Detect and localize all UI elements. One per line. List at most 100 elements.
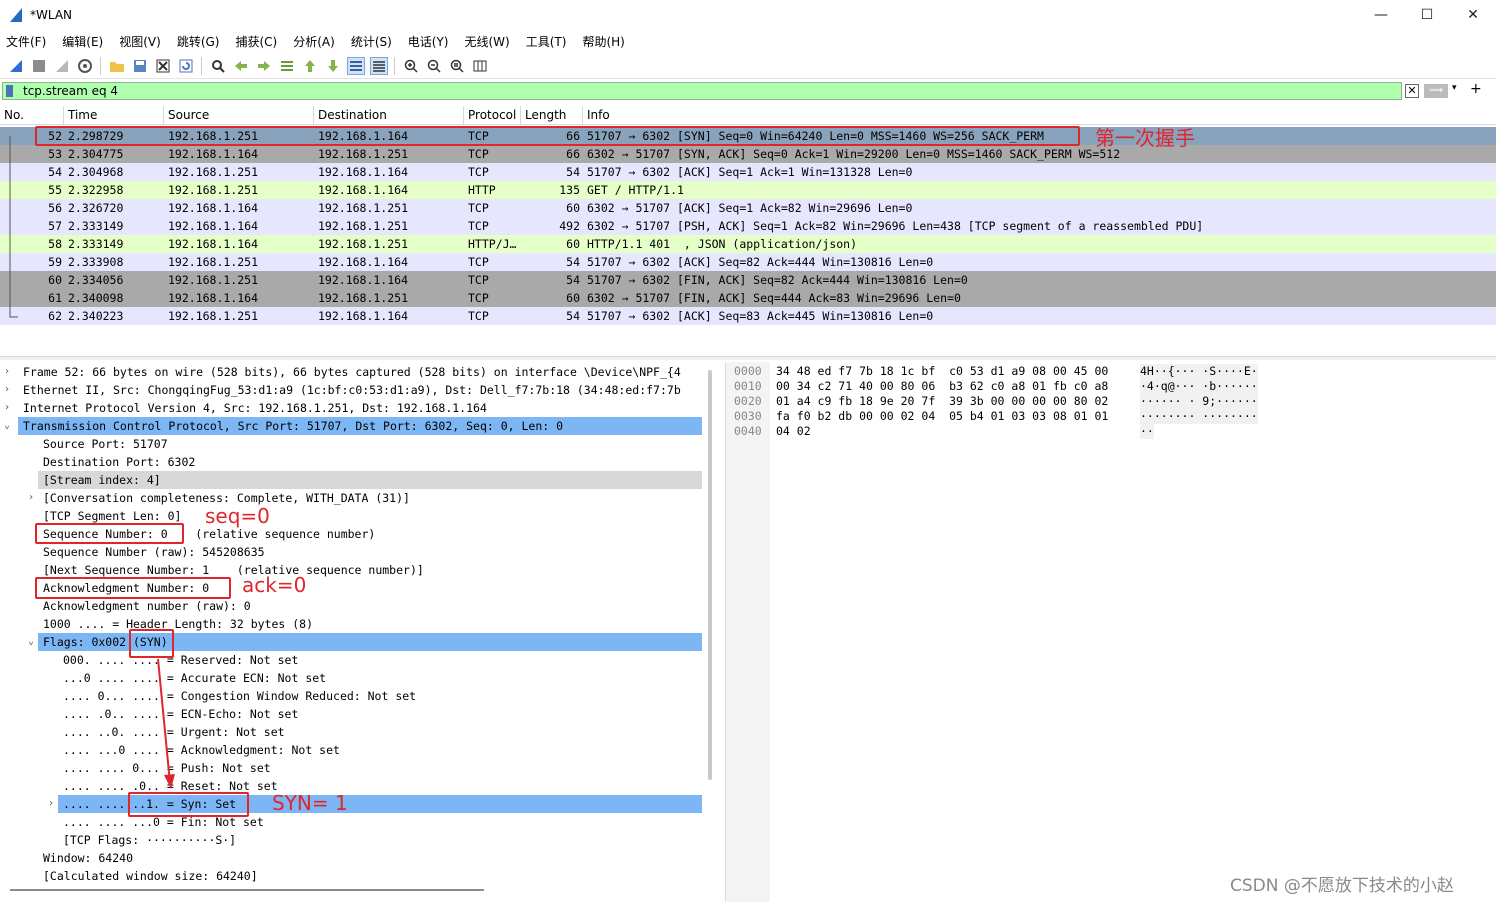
collapse-arrow-icon[interactable]: ⌄: [28, 633, 40, 651]
menu-tools[interactable]: 工具(T): [526, 33, 567, 50]
byte-offset[interactable]: 0030: [734, 409, 762, 424]
detail-row[interactable]: › [Conversation completeness: Complete, W…: [0, 489, 702, 507]
capture-options-icon[interactable]: [76, 57, 94, 75]
expand-arrow-icon[interactable]: ›: [4, 399, 16, 417]
details-horizontal-scrollbar[interactable]: [10, 889, 484, 891]
detail-row[interactable]: › Ethernet II, Src: ChongqingFug_53:d1:a9…: [0, 381, 702, 399]
stop-capture-icon[interactable]: [30, 57, 48, 75]
collapse-arrow-icon[interactable]: ⌄: [4, 417, 16, 435]
column-header-protocol[interactable]: Protocol: [464, 106, 521, 125]
byte-ascii[interactable]: 4H··{··· ·S····E·: [1140, 364, 1258, 379]
detail-row[interactable]: .... ...0 .... = Acknowledgment: Not set: [0, 741, 702, 759]
byte-hex[interactable]: 01 a4 c9 fb 18 9e 20 7f 39 3b 00 00 00 0…: [776, 394, 1108, 409]
packet-row[interactable]: 53 2.304775 192.168.1.164 192.168.1.251 TCP 6…: [0, 145, 1496, 163]
column-header-length[interactable]: Length: [521, 106, 583, 125]
menu-help[interactable]: 帮助(H): [582, 33, 624, 50]
column-header-info[interactable]: Info: [583, 106, 1496, 125]
detail-row[interactable]: .... .... 0... = Push: Not set: [0, 759, 702, 777]
column-header-time[interactable]: Time: [64, 106, 164, 125]
go-forward-icon[interactable]: [255, 57, 273, 75]
detail-row[interactable]: Acknowledgment number (raw): 0: [0, 597, 702, 615]
menu-go[interactable]: 跳转(G): [177, 33, 220, 50]
byte-ascii[interactable]: ··: [1140, 424, 1154, 439]
restart-capture-icon[interactable]: [53, 57, 71, 75]
display-filter-input[interactable]: tcp.stream eq 4: [2, 82, 1402, 100]
packet-row[interactable]: 55 2.322958 192.168.1.251 192.168.1.164 HTTP…: [0, 181, 1496, 199]
go-last-icon[interactable]: [324, 57, 342, 75]
details-vertical-scrollbar[interactable]: [708, 370, 712, 780]
byte-offset[interactable]: 0040: [734, 424, 762, 439]
go-to-packet-icon[interactable]: [278, 57, 296, 75]
byte-offset[interactable]: 0010: [734, 379, 762, 394]
expand-arrow-icon[interactable]: ›: [4, 381, 16, 399]
byte-hex[interactable]: 04 02: [776, 424, 811, 439]
go-first-icon[interactable]: [301, 57, 319, 75]
pane-splitter[interactable]: [0, 356, 1496, 360]
zoom-normal-icon[interactable]: [448, 57, 466, 75]
detail-row[interactable]: › Frame 52: 66 bytes on wire (528 bits), …: [0, 363, 702, 381]
detail-row[interactable]: Source Port: 51707: [0, 435, 702, 453]
detail-row[interactable]: [Stream index: 4]: [38, 471, 702, 489]
detail-row[interactable]: › Internet Protocol Version 4, Src: 192.1…: [0, 399, 702, 417]
save-file-icon[interactable]: [131, 57, 149, 75]
byte-ascii[interactable]: ········ ········: [1140, 409, 1258, 424]
maximize-button[interactable]: ☐: [1404, 0, 1450, 30]
column-header-source[interactable]: Source: [164, 106, 314, 125]
detail-row[interactable]: 1000 .... = Header Length: 32 bytes (8): [0, 615, 702, 633]
start-capture-icon[interactable]: [7, 57, 25, 75]
resize-columns-icon[interactable]: [471, 57, 489, 75]
add-filter-button[interactable]: +: [1470, 81, 1482, 97]
byte-hex[interactable]: 34 48 ed f7 7b 18 1c bf c0 53 d1 a9 08 0…: [776, 364, 1108, 379]
packet-row[interactable]: 58 2.333149 192.168.1.164 192.168.1.251 HTTP…: [0, 235, 1496, 253]
apply-filter-button[interactable]: ⟹: [1424, 84, 1448, 98]
expand-arrow-icon[interactable]: ›: [48, 795, 60, 813]
expand-arrow-icon[interactable]: ›: [28, 489, 40, 507]
column-header-destination[interactable]: Destination: [314, 106, 464, 125]
byte-hex[interactable]: 00 34 c2 71 40 00 80 06 b3 62 c0 a8 01 f…: [776, 379, 1108, 394]
reload-file-icon[interactable]: [177, 57, 195, 75]
detail-row[interactable]: Window: 64240: [0, 849, 702, 867]
detail-row[interactable]: [Calculated window size: 64240]: [0, 867, 702, 885]
menu-edit[interactable]: 编辑(E): [62, 33, 103, 50]
detail-row[interactable]: Sequence Number (raw): 545208635: [0, 543, 702, 561]
filter-history-dropdown[interactable]: ▾: [1452, 83, 1457, 93]
detail-row[interactable]: [TCP Flags: ··········S·]: [0, 831, 702, 849]
menu-statistics[interactable]: 统计(S): [351, 33, 392, 50]
packet-row[interactable]: 54 2.304968 192.168.1.251 192.168.1.164 TCP 5…: [0, 163, 1496, 181]
column-header-no[interactable]: No.: [0, 106, 64, 125]
detail-row[interactable]: .... .... ...0 = Fin: Not set: [0, 813, 702, 831]
menu-file[interactable]: 文件(F): [6, 33, 46, 50]
packet-row[interactable]: 59 2.333908 192.168.1.251 192.168.1.164 TCP 5…: [0, 253, 1496, 271]
packet-row[interactable]: 61 2.340098 192.168.1.164 192.168.1.251 TCP 6…: [0, 289, 1496, 307]
find-packet-icon[interactable]: [209, 57, 227, 75]
packet-row[interactable]: 62 2.340223 192.168.1.251 192.168.1.164 TCP 5…: [0, 307, 1496, 325]
menu-telephony[interactable]: 电话(Y): [408, 33, 449, 50]
minimize-button[interactable]: —: [1358, 0, 1404, 30]
close-file-icon[interactable]: [154, 57, 172, 75]
close-button[interactable]: ✕: [1450, 0, 1496, 30]
byte-ascii[interactable]: ······ · 9;······: [1140, 394, 1258, 409]
detail-row[interactable]: ...0 .... .... = Accurate ECN: Not set: [0, 669, 702, 687]
expand-arrow-icon[interactable]: ›: [4, 363, 16, 381]
menu-view[interactable]: 视图(V): [119, 33, 161, 50]
colorize-icon[interactable]: [369, 56, 388, 75]
open-file-icon[interactable]: [108, 57, 126, 75]
detail-row[interactable]: 000. .... .... = Reserved: Not set: [0, 651, 702, 669]
detail-row[interactable]: .... .... .0.. = Reset: Not set: [0, 777, 702, 795]
menu-capture[interactable]: 捕获(C): [235, 33, 277, 50]
packet-row[interactable]: 56 2.326720 192.168.1.164 192.168.1.251 TCP 6…: [0, 199, 1496, 217]
packet-row[interactable]: 57 2.333149 192.168.1.164 192.168.1.251 TCP 4…: [0, 217, 1496, 235]
detail-row[interactable]: Destination Port: 6302: [0, 453, 702, 471]
go-back-icon[interactable]: [232, 57, 250, 75]
detail-row[interactable]: .... .0.. .... = ECN-Echo: Not set: [0, 705, 702, 723]
filter-bookmark-icon[interactable]: [6, 85, 13, 97]
zoom-in-icon[interactable]: [402, 57, 420, 75]
menu-wireless[interactable]: 无线(W): [465, 33, 510, 50]
clear-filter-button[interactable]: ✕: [1405, 84, 1419, 98]
byte-offset[interactable]: 0000: [734, 364, 762, 379]
detail-row[interactable]: ⌄ Transmission Control Protocol, Src Port…: [4, 417, 702, 435]
autoscroll-icon[interactable]: [346, 56, 365, 75]
packet-row[interactable]: 60 2.334056 192.168.1.251 192.168.1.164 TCP 5…: [0, 271, 1496, 289]
byte-offset[interactable]: 0020: [734, 394, 762, 409]
byte-hex[interactable]: fa f0 b2 db 00 00 02 04 05 b4 01 03 03 0…: [776, 409, 1108, 424]
